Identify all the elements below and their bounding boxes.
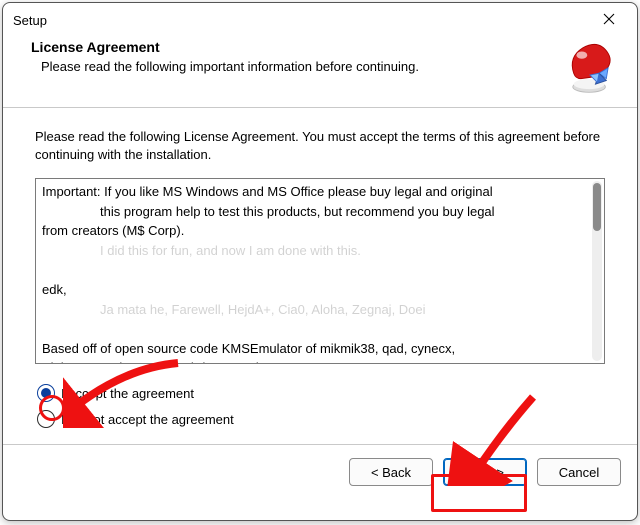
scrollbar-thumb[interactable] bbox=[593, 183, 601, 231]
window-title: Setup bbox=[13, 11, 47, 28]
close-icon bbox=[603, 13, 615, 25]
app-logo-icon bbox=[561, 37, 619, 95]
agreement-radio-group: I accept the agreement I do not accept t… bbox=[35, 384, 605, 428]
instruction-text: Please read the following License Agreem… bbox=[35, 128, 605, 164]
radio-icon bbox=[37, 410, 55, 428]
scrollbar[interactable] bbox=[592, 181, 602, 361]
radio-label: I accept the agreement bbox=[61, 386, 194, 401]
header-panel: License Agreement Please read the follow… bbox=[3, 35, 637, 107]
page-subtitle: Please read the following important info… bbox=[31, 59, 619, 74]
radio-accept[interactable]: I accept the agreement bbox=[37, 384, 605, 402]
setup-window: Setup License Agreement Please read the … bbox=[2, 2, 638, 521]
page-title: License Agreement bbox=[31, 39, 619, 55]
radio-icon bbox=[37, 384, 55, 402]
back-button[interactable]: < Back bbox=[349, 458, 433, 486]
radio-label: I do not accept the agreement bbox=[61, 412, 234, 427]
license-text: Important: If you like MS Windows and MS… bbox=[42, 183, 598, 364]
window-close-button[interactable] bbox=[589, 5, 629, 33]
titlebar: Setup bbox=[3, 3, 637, 35]
radio-decline[interactable]: I do not accept the agreement bbox=[37, 410, 605, 428]
cancel-button[interactable]: Cancel bbox=[537, 458, 621, 486]
license-textbox[interactable]: Important: If you like MS Windows and MS… bbox=[35, 178, 605, 364]
button-bar: < Back Next > Cancel bbox=[3, 445, 637, 499]
next-button[interactable]: Next > bbox=[443, 458, 527, 486]
content-area: Please read the following License Agreem… bbox=[3, 108, 637, 444]
